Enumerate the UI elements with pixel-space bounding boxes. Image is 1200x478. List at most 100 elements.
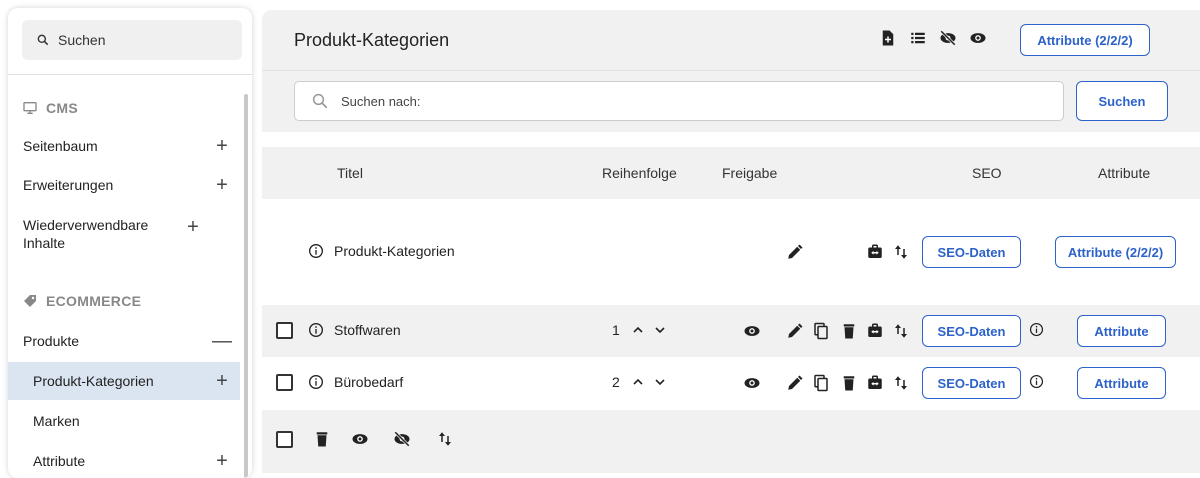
collapse-icon[interactable]: — — [212, 330, 232, 353]
column-header-seo[interactable]: SEO — [972, 165, 1002, 181]
edit-icon[interactable] — [786, 243, 804, 261]
sidebar-item-marken[interactable]: Marken — [8, 408, 240, 434]
sidebar-item-seitenbaum[interactable]: Seitenbaum + — [8, 133, 240, 159]
delete-icon[interactable] — [840, 322, 858, 340]
table-row: Bürobedarf 2 SEO-Daten Attribute — [262, 357, 1200, 409]
main-header: Produkt-Kategorien Attribute (2/2/2) — [262, 10, 1200, 70]
order-value: 1 — [612, 322, 620, 338]
monitor-icon — [23, 102, 37, 114]
info-icon[interactable] — [308, 243, 324, 259]
row-title: Produkt-Kategorien — [334, 243, 455, 259]
attribute-header-button[interactable]: Attribute (2/2/2) — [1020, 24, 1150, 56]
table-row-root: Produkt-Kategorien SEO-Daten Attribute (… — [262, 199, 1200, 305]
section-ecommerce: ECOMMERCE — [22, 293, 141, 309]
add-document-icon[interactable] — [879, 29, 897, 47]
edit-icon[interactable] — [786, 374, 804, 392]
sidebar-item-label: Marken — [33, 413, 80, 429]
sidebar-scrollbar[interactable] — [244, 94, 248, 478]
move-icon[interactable] — [866, 374, 884, 392]
attribute-button[interactable]: Attribute — [1077, 367, 1166, 399]
move-up-icon[interactable] — [630, 322, 646, 338]
expand-icon[interactable]: + — [212, 370, 232, 393]
search-placeholder: Suchen nach: — [341, 93, 421, 109]
order-value: 2 — [612, 374, 620, 390]
divider — [8, 74, 252, 75]
eye-off-icon[interactable] — [939, 29, 957, 47]
sidebar-item-label: Produkte — [23, 333, 80, 349]
sidebar-item-produkte[interactable]: Produkte — — [8, 328, 240, 354]
row-title-cell: Bürobedarf — [308, 374, 403, 390]
tag-icon — [24, 295, 36, 307]
eye-icon[interactable] — [351, 430, 369, 448]
eye-icon[interactable] — [743, 322, 761, 340]
copy-icon[interactable] — [812, 322, 830, 340]
copy-icon[interactable] — [812, 374, 830, 392]
sidebar-item-label: Wiederverwendbare Inhalte — [23, 217, 149, 251]
root-title-cell: Produkt-Kategorien — [308, 243, 455, 259]
info-icon[interactable] — [308, 374, 324, 390]
seo-data-button[interactable]: SEO-Daten — [922, 236, 1021, 268]
sort-icon[interactable] — [892, 374, 910, 392]
delete-icon[interactable] — [840, 374, 858, 392]
eye-icon[interactable] — [743, 374, 761, 392]
expand-icon[interactable]: + — [212, 450, 232, 473]
sidebar-item-label: Erweiterungen — [23, 177, 114, 193]
column-header-reihenfolge[interactable]: Reihenfolge — [602, 165, 677, 181]
edit-icon[interactable] — [786, 322, 804, 340]
sidebar-item-wiederverwendbare-inhalte[interactable]: Wiederverwendbare Inhalte + — [8, 216, 240, 256]
search-icon — [312, 93, 328, 109]
sidebar-item-attribute[interactable]: Attribute + — [8, 448, 240, 474]
row-title: Bürobedarf — [334, 374, 404, 390]
expand-icon[interactable]: + — [212, 135, 232, 158]
sidebar-item-erweiterungen[interactable]: Erweiterungen + — [8, 172, 240, 198]
column-header-freigabe[interactable]: Freigabe — [722, 165, 777, 181]
sidebar-item-label: Produkt-Kategorien — [33, 373, 154, 389]
move-icon[interactable] — [866, 243, 884, 261]
delete-icon[interactable] — [313, 430, 331, 448]
sidebar-item-label: Attribute — [33, 453, 86, 469]
order-cell: 1 — [612, 322, 668, 338]
section-cms: CMS — [22, 100, 78, 116]
move-down-icon[interactable] — [652, 322, 668, 338]
column-header-titel[interactable]: Titel — [337, 165, 363, 181]
attribute-button[interactable]: Attribute — [1077, 315, 1166, 347]
expand-icon[interactable]: + — [183, 216, 203, 239]
search-input[interactable]: Suchen nach: — [294, 81, 1064, 121]
move-up-icon[interactable] — [630, 374, 646, 390]
move-down-icon[interactable] — [652, 374, 668, 390]
eye-icon[interactable] — [969, 29, 987, 47]
info-icon[interactable] — [1029, 374, 1044, 389]
sidebar: Suchen CMS Seitenbaum + Erweiterungen + … — [8, 8, 252, 478]
select-all-checkbox[interactable] — [276, 431, 293, 448]
seo-data-button[interactable]: SEO-Daten — [922, 367, 1021, 399]
section-cms-label: CMS — [46, 100, 79, 116]
table-header: Titel Reihenfolge Freigabe SEO Attribute — [262, 147, 1200, 199]
page-title: Produkt-Kategorien — [294, 30, 450, 50]
column-header-attribute[interactable]: Attribute — [1098, 165, 1150, 181]
table-row: Stoffwaren 1 SEO-Daten Attribute — [262, 305, 1200, 357]
search-icon — [37, 34, 49, 46]
order-cell: 2 — [612, 374, 668, 390]
move-icon[interactable] — [866, 322, 884, 340]
seo-data-button[interactable]: SEO-Daten — [922, 315, 1021, 347]
row-checkbox[interactable] — [276, 374, 293, 391]
list-icon[interactable] — [909, 29, 927, 47]
attribute-button[interactable]: Attribute (2/2/2) — [1055, 236, 1176, 268]
eye-off-icon[interactable] — [393, 430, 411, 448]
expand-icon[interactable]: + — [212, 174, 232, 197]
row-title-cell: Stoffwaren — [308, 322, 401, 338]
sort-icon[interactable] — [436, 430, 454, 448]
header-toolbar — [879, 29, 987, 47]
search-strip: Suchen nach: Suchen — [262, 70, 1200, 132]
section-ecommerce-label: ECOMMERCE — [46, 293, 142, 309]
sidebar-item-produkt-kategorien[interactable]: Produkt-Kategorien + — [8, 362, 240, 400]
sidebar-item-label: Seitenbaum — [23, 138, 98, 154]
info-icon[interactable] — [308, 322, 324, 338]
bulk-action-bar — [262, 410, 1200, 473]
row-checkbox[interactable] — [276, 322, 293, 339]
info-icon[interactable] — [1029, 322, 1044, 337]
search-button[interactable]: Suchen — [1076, 81, 1168, 121]
sidebar-search[interactable]: Suchen — [22, 20, 242, 60]
sort-icon[interactable] — [892, 322, 910, 340]
sort-icon[interactable] — [892, 243, 910, 261]
